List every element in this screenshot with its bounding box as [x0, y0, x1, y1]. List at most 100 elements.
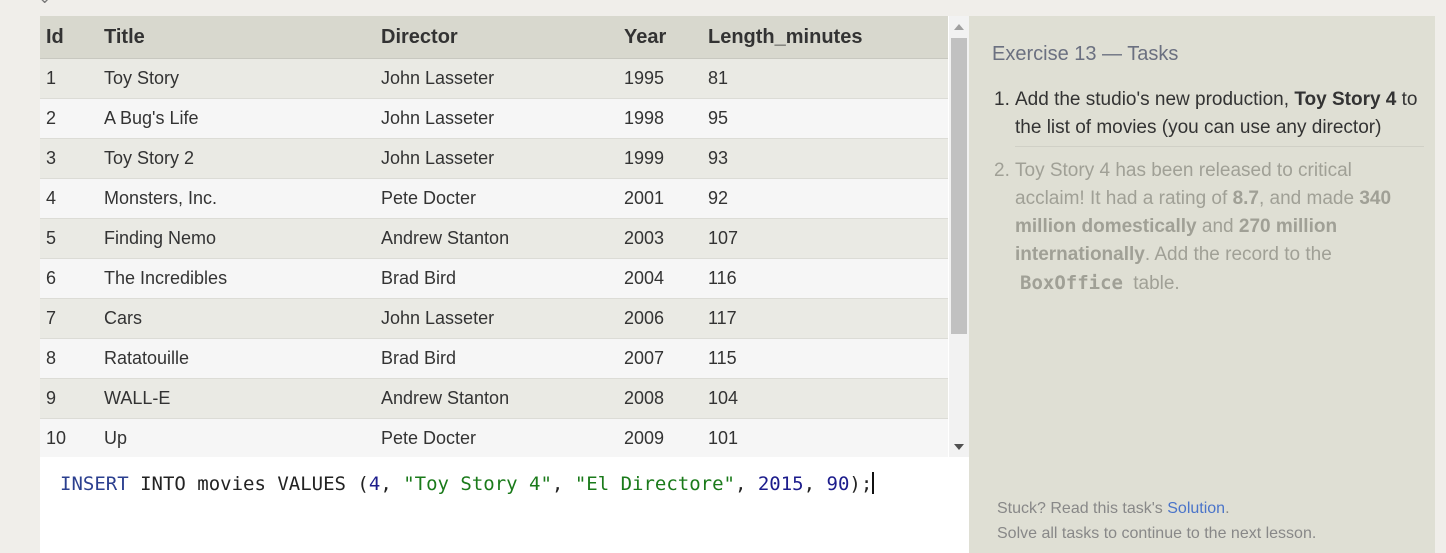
sql-token: 2015 — [757, 473, 804, 495]
stuck-suffix: . — [1225, 500, 1230, 517]
cell-length: 104 — [708, 378, 948, 419]
cell-title: Ratatouille — [104, 338, 381, 379]
cell-year: 2004 — [624, 258, 708, 299]
cell-title: The Incredibles — [104, 258, 381, 299]
tasks-title: Exercise 13 — Tasks — [992, 43, 1179, 65]
cell-length: 107 — [708, 218, 948, 259]
column-header-director: Director — [381, 16, 624, 59]
cell-id: 7 — [40, 298, 104, 339]
cell-year: 1999 — [624, 138, 708, 179]
cell-year: 2007 — [624, 338, 708, 379]
cell-year: 1995 — [624, 58, 708, 99]
table-row: 6 The Incredibles Brad Bird 2004 116 — [40, 258, 948, 299]
task-text: 8.7 — [1232, 188, 1259, 209]
cell-director: John Lasseter — [381, 138, 624, 179]
cell-director: John Lasseter — [381, 98, 624, 139]
sql-token: 4 — [368, 473, 381, 495]
cell-title: Cars — [104, 298, 381, 339]
cell-year: 2001 — [624, 178, 708, 219]
cell-length: 117 — [708, 298, 948, 339]
table-row: 2A Bug's Life John Lasseter 1998 95 — [40, 98, 948, 139]
table-row: 10 Up Pete Docter 2009 101 — [40, 418, 948, 457]
cell-title: WALL-E — [104, 378, 381, 419]
sql-token: INSERT — [60, 473, 129, 495]
sql-token: , — [734, 473, 758, 495]
cell-year: 2003 — [624, 218, 708, 259]
task-text: and — [1196, 216, 1239, 237]
cell-director: Brad Bird — [381, 258, 624, 299]
cell-title: A Bug's Life — [104, 98, 381, 139]
tasks-footer: Stuck? Read this task's Solution. Solve … — [997, 496, 1316, 546]
cell-id: 8 — [40, 338, 104, 379]
cell-title: Toy Story — [104, 58, 381, 99]
table-scrollbar[interactable] — [949, 16, 969, 457]
scroll-up-arrow-icon[interactable] — [954, 24, 964, 30]
cell-director: Andrew Stanton — [381, 378, 624, 419]
task-text: Toy Story 4 — [1294, 89, 1397, 110]
cell-title: Toy Story 2 — [104, 138, 381, 179]
table-row: 8 Ratatouille Brad Bird 2007 115 — [40, 338, 948, 379]
results-table-container: Id Title Director Year Length_minutes 1T… — [40, 16, 948, 457]
table-header-row: Id Title Director Year Length_minutes — [40, 16, 948, 59]
cut-off-label: ⌄ — [38, 0, 51, 8]
task-text: Add the studio's new production, — [1015, 89, 1295, 110]
cell-length: 95 — [708, 98, 948, 139]
solution-link[interactable]: Solution — [1167, 500, 1225, 517]
table-row: 9 WALL-E Andrew Stanton 2008 104 — [40, 378, 948, 419]
sql-token: 90 — [826, 473, 850, 495]
task-number: 1. — [994, 89, 1010, 110]
task-item: 1. Add the studio's new production, Toy S… — [994, 86, 1424, 142]
cell-director: Brad Bird — [381, 338, 624, 379]
sql-token: ); — [849, 473, 873, 495]
column-header-title: Title — [104, 16, 381, 59]
cell-length: 116 — [708, 258, 948, 299]
sql-token: , — [551, 473, 575, 495]
stuck-prefix: Stuck? Read this task's — [997, 500, 1168, 517]
cell-year: 2008 — [624, 378, 708, 419]
task-item: 2. Toy Story 4 has been released to criti… — [994, 157, 1424, 298]
continue-text: Solve all tasks to continue to the next … — [997, 525, 1317, 542]
task-text: , and made — [1258, 188, 1360, 209]
cell-title: Monsters, Inc. — [104, 178, 381, 219]
cell-director: John Lasseter — [381, 298, 624, 339]
cell-director: Andrew Stanton — [381, 218, 624, 259]
scroll-down-arrow-icon[interactable] — [954, 444, 964, 450]
task-text: table. — [1127, 273, 1180, 294]
cell-id: 5 — [40, 218, 104, 259]
task-text: BoxOffice — [1020, 272, 1123, 294]
sql-token: "El Directore" — [574, 473, 735, 495]
cell-title: Up — [104, 418, 381, 457]
cell-year: 2006 — [624, 298, 708, 339]
cell-length: 92 — [708, 178, 948, 219]
query-panel: Id Title Director Year Length_minutes 1T… — [40, 16, 969, 553]
cell-year: 2009 — [624, 418, 708, 457]
cell-length: 115 — [708, 338, 948, 379]
table-row: 1 Toy Story John Lasseter 1995 81 — [40, 58, 948, 99]
sql-editor-line[interactable]: INSERT INTO movies VALUES (4, "Toy Story… — [60, 472, 875, 495]
cell-id: 3 — [40, 138, 104, 179]
task-divider — [1015, 146, 1424, 147]
task-number: 2. — [994, 160, 1010, 181]
cell-id: 2 — [40, 98, 104, 139]
column-header-id: Id — [40, 16, 104, 59]
cell-director: Pete Docter — [381, 418, 624, 457]
scrollbar-thumb[interactable] — [951, 38, 967, 334]
text-cursor — [872, 472, 875, 494]
task-text: . Add the record to the — [1144, 244, 1332, 265]
cell-title: Finding Nemo — [104, 218, 381, 259]
cell-id: 9 — [40, 378, 104, 419]
sql-token: , — [803, 473, 827, 495]
sql-token: INTO movies VALUES ( — [128, 473, 369, 495]
table-row: 3 Toy Story 2 John Lasseter 1999 93 — [40, 138, 948, 179]
cell-id: 6 — [40, 258, 104, 299]
cell-director: John Lasseter — [381, 58, 624, 99]
table-row: 4 Monsters, Inc. Pete Docter 2001 92 — [40, 178, 948, 219]
tasks-panel: Exercise 13 — Tasks 1. Add the studio's n… — [969, 16, 1435, 553]
table-body: 1 Toy Story John Lasseter 1995 81 2 A Bug's Li… — [40, 58, 948, 457]
top-strip: ⌄ — [0, 0, 1446, 16]
table-row: 5 Finding Nemo Andrew Stanton 2003 107 — [40, 218, 948, 259]
sql-editor[interactable]: INSERT INTO movies VALUES (4, "Toy Story… — [40, 460, 969, 553]
column-header-year: Year — [624, 16, 708, 59]
cell-id: 1 — [40, 58, 104, 99]
cell-length: 81 — [708, 58, 948, 99]
